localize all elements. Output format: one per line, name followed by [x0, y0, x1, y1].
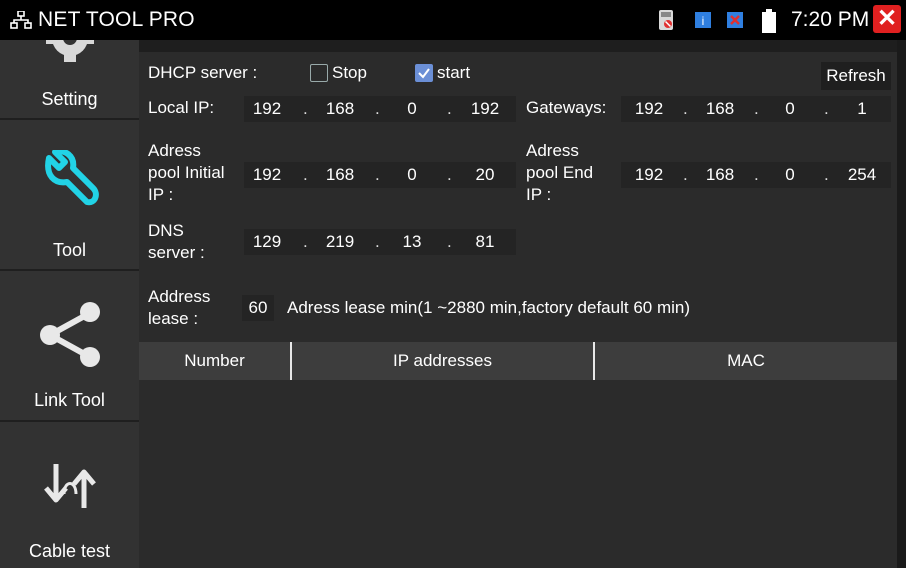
wrench-icon [45, 150, 99, 206]
ip-octet[interactable]: 81 [466, 231, 504, 253]
ip-dot: . [303, 232, 308, 251]
ip-octet[interactable]: 168 [701, 164, 739, 186]
pool-end-field[interactable]: 192 . 168 . 0 . 254 [621, 162, 891, 188]
table-header: Number IP addresses MAC [139, 342, 897, 380]
label-line: DNS [148, 221, 184, 240]
ip-dot: . [824, 99, 829, 118]
ip-octet[interactable]: 192 [248, 98, 286, 120]
column-ip-addresses[interactable]: IP addresses [292, 342, 593, 380]
label-line: server : [148, 243, 205, 262]
network-error-icon [727, 12, 743, 28]
stop-checkbox[interactable] [310, 64, 328, 82]
ip-octet[interactable]: 0 [393, 164, 431, 186]
ip-dot: . [375, 165, 380, 184]
clients-table-body[interactable] [139, 380, 897, 568]
label-line: Adress [526, 141, 579, 160]
dhcp-server-label: DHCP server : [148, 63, 258, 82]
sidebar-item-label: Link Tool [34, 390, 105, 410]
ip-octet[interactable]: 168 [321, 164, 359, 186]
pool-initial-field[interactable]: 192 . 168 . 0 . 20 [244, 162, 516, 188]
sidebar-item-label: Tool [52, 240, 87, 260]
ip-dot: . [447, 232, 452, 251]
gear-icon [46, 40, 94, 62]
sidebar-item-label: Cable test [28, 541, 111, 561]
ip-octet[interactable]: 219 [321, 231, 359, 253]
gateways-field[interactable]: 192 . 168 . 0 . 1 [621, 96, 891, 122]
network-icon [10, 11, 32, 29]
ip-octet[interactable]: 192 [466, 98, 504, 120]
sidebar-item-cable-test[interactable]: Cable test [0, 422, 139, 568]
sd-card-blocked-icon [659, 10, 673, 30]
sidebar-item-setting[interactable]: Setting [0, 40, 139, 120]
label-line: pool End [526, 163, 594, 182]
local-ip-field[interactable]: 192 . 168 . 0 . 192 [244, 96, 516, 122]
dhcp-panel: DHCP server : Stop start Refresh Local I… [139, 52, 897, 568]
ip-octet[interactable]: 192 [630, 164, 668, 186]
cable-test-icon [44, 464, 96, 508]
refresh-button[interactable]: Refresh [821, 62, 891, 90]
ip-octet[interactable]: 192 [248, 164, 286, 186]
ip-octet[interactable]: 20 [466, 164, 504, 186]
dns-server-field[interactable]: 129 . 219 . 13 . 81 [244, 229, 516, 255]
sidebar-item-link-tool[interactable]: Link Tool [0, 271, 139, 422]
label-line: IP : [526, 185, 552, 204]
ip-octet[interactable]: 13 [393, 231, 431, 253]
ip-dot: . [824, 165, 829, 184]
check-icon [418, 68, 430, 79]
label-line: Address [148, 287, 211, 306]
gateways-label: Gateways: [526, 98, 607, 117]
address-lease-label: Address lease : [148, 286, 210, 330]
ip-octet[interactable]: 168 [321, 98, 359, 120]
ip-dot: . [303, 99, 308, 118]
lease-value[interactable]: 60 [239, 297, 277, 319]
ip-dot: . [303, 165, 308, 184]
battery-icon [762, 9, 776, 33]
lease-hint: Adress lease min(1 ~2880 min,factory def… [287, 298, 691, 317]
start-checkbox[interactable] [415, 64, 433, 82]
screen-edge [897, 40, 906, 568]
ip-dot: . [375, 232, 380, 251]
close-button[interactable]: ✕ [873, 5, 901, 33]
start-label[interactable]: start [437, 62, 470, 84]
svg-text:i: i [702, 14, 705, 28]
ip-dot: . [375, 99, 380, 118]
label-line: IP : [148, 185, 174, 204]
label-line: lease : [148, 309, 199, 328]
dhcp-form: DHCP server : Stop start Refresh Local I… [139, 52, 897, 342]
ip-dot: . [683, 99, 688, 118]
app-title: NET TOOL PRO [38, 8, 195, 31]
ip-octet[interactable]: 1 [843, 98, 881, 120]
ip-dot: . [683, 165, 688, 184]
ip-octet[interactable]: 168 [701, 98, 739, 120]
sidebar: Setting Tool Link Tool Cable test [0, 40, 139, 568]
sidebar-item-tool[interactable]: Tool [0, 120, 139, 271]
label-line: pool Initial [148, 163, 225, 182]
ip-dot: . [447, 99, 452, 118]
share-icon [40, 302, 100, 367]
dns-server-label: DNS server : [148, 220, 205, 264]
ip-octet[interactable]: 0 [771, 164, 809, 186]
ip-octet[interactable]: 254 [843, 164, 881, 186]
ip-dot: . [754, 99, 759, 118]
local-ip-label: Local IP: [148, 98, 215, 117]
column-mac[interactable]: MAC [595, 342, 897, 380]
download-info-icon: i [695, 12, 711, 28]
lease-input[interactable]: 60 [242, 295, 274, 321]
column-number[interactable]: Number [139, 342, 290, 380]
pool-end-label: Adress pool End IP : [526, 140, 593, 206]
ip-dot: . [447, 165, 452, 184]
ip-octet[interactable]: 0 [393, 98, 431, 120]
status-bar: NET TOOL PRO i 7:20 PM ✕ [0, 0, 906, 40]
ip-octet[interactable]: 129 [248, 231, 286, 253]
label-line: Adress [148, 141, 201, 160]
ip-octet[interactable]: 0 [771, 98, 809, 120]
clock: 7:20 PM [791, 8, 870, 31]
sidebar-item-label: Setting [41, 89, 98, 109]
stop-label[interactable]: Stop [332, 62, 367, 84]
ip-octet[interactable]: 192 [630, 98, 668, 120]
pool-initial-label: Adress pool Initial IP : [148, 140, 225, 206]
ip-dot: . [754, 165, 759, 184]
